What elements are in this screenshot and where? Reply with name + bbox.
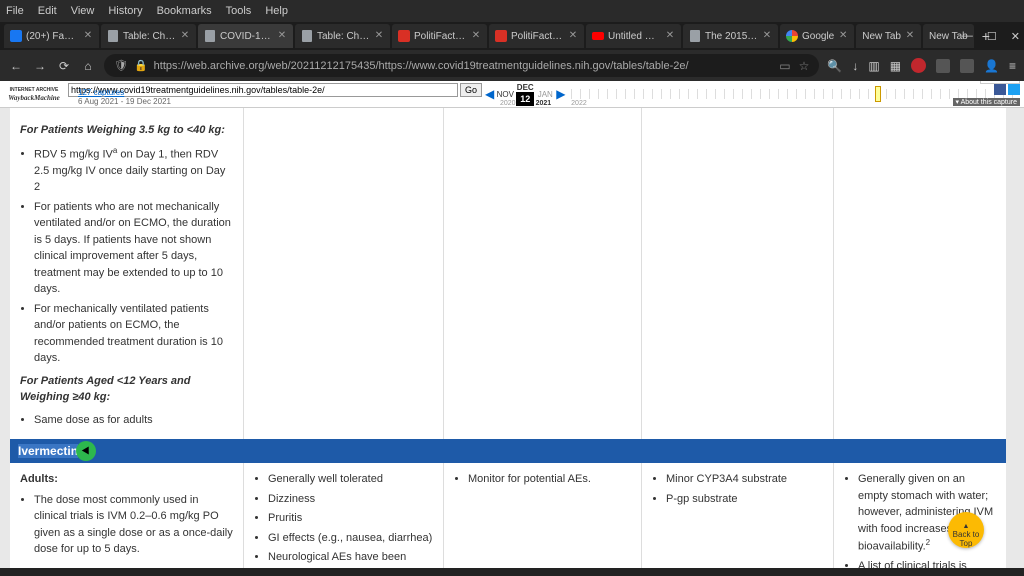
url-text: https://web.archive.org/web/202112121754… <box>154 60 774 72</box>
interaction-item: Minor CYP3A4 substrate <box>666 471 823 488</box>
forward-button[interactable]: → <box>32 58 48 74</box>
monitor-item: Monitor for potential AEs. <box>468 471 631 488</box>
menubar: File Edit View History Bookmarks Tools H… <box>0 0 1024 22</box>
cursor-icon <box>76 441 96 461</box>
account-icon[interactable]: 👤 <box>984 59 999 73</box>
wayback-logo[interactable]: INTERNET ARCHIVE WaybackMachine <box>4 83 64 105</box>
ae-item: GI effects (e.g., nausea, diarrhea) <box>268 530 433 547</box>
close-icon[interactable]: ✕ <box>374 31 384 41</box>
tab-covid[interactable]: COVID-19 Treatment✕ <box>198 24 293 48</box>
politifact-icon <box>495 30 507 42</box>
menu-tools[interactable]: Tools <box>226 5 252 17</box>
ivermectin-header: Ivermectin <box>10 439 1006 463</box>
taskbar <box>0 568 1024 576</box>
maximize-button[interactable]: ☐ <box>987 30 997 43</box>
ae-item: Dizziness <box>268 491 433 508</box>
close-icon[interactable]: ✕ <box>180 31 190 41</box>
menu-help[interactable]: Help <box>265 5 288 17</box>
adults-label: Adults: <box>20 471 233 488</box>
tab-nobel[interactable]: The 2015 Nobel Prize✕ <box>683 24 778 48</box>
dose-bullet: RDV 5 mg/kg IVa on Day 1, then RDV 2.5 m… <box>34 145 233 196</box>
urlbar[interactable]: 🛡 🔒 https://web.archive.org/web/20211212… <box>104 54 819 77</box>
menu-icon[interactable]: ≡ <box>1009 59 1016 73</box>
tab-politifact2[interactable]: PolitiFact | A Nobel F✕ <box>489 24 584 48</box>
dose-bullet: For patients who are not mechanically ve… <box>34 199 233 298</box>
library-icon[interactable]: ▥ <box>868 59 879 73</box>
close-icon[interactable]: ✕ <box>471 31 481 41</box>
next-snapshot-icon[interactable]: ▶ <box>556 87 565 101</box>
home-button[interactable]: ⌂ <box>80 58 96 74</box>
doc-icon <box>592 32 604 40</box>
about-capture[interactable]: ▾ About this capture <box>953 98 1021 106</box>
ext1-icon[interactable] <box>936 59 950 73</box>
ext2-icon[interactable] <box>960 59 974 73</box>
tw-share-icon[interactable] <box>1008 83 1020 95</box>
close-icon[interactable]: ✕ <box>905 31 915 41</box>
dose-heading-1: For Patients Weighing 3.5 kg to <40 kg: <box>20 122 233 139</box>
dose-heading-2: For Patients Aged <12 Years and Weighing… <box>20 373 233 406</box>
tab-new1[interactable]: New Tab✕ <box>856 24 921 48</box>
ae-item: Generally well tolerated <box>268 471 433 488</box>
wb-prev-month[interactable]: NOV <box>496 90 514 99</box>
interaction-item: P-gp substrate <box>666 491 823 508</box>
close-icon[interactable]: ✕ <box>665 31 675 41</box>
lock-icon: 🔒 <box>134 59 148 72</box>
search-icon[interactable]: 🔍 <box>827 59 842 73</box>
close-icon[interactable]: ✕ <box>838 31 848 41</box>
doc-icon <box>690 30 700 42</box>
doc-icon <box>108 30 118 42</box>
menu-edit[interactable]: Edit <box>38 5 57 17</box>
wayback-go-button[interactable]: Go <box>460 83 482 97</box>
captures-range: 6 Aug 2021 - 19 Dec 2021 <box>78 97 171 106</box>
reader-icon[interactable]: ▭ <box>779 59 790 73</box>
menu-history[interactable]: History <box>108 5 142 17</box>
fb-share-icon[interactable] <box>994 83 1006 95</box>
back-button[interactable]: ← <box>8 58 24 74</box>
close-icon[interactable]: ✕ <box>83 31 93 41</box>
download-icon[interactable]: ↓ <box>852 59 858 73</box>
google-icon <box>786 30 798 42</box>
close-icon[interactable]: ✕ <box>568 31 578 41</box>
menu-bookmarks[interactable]: Bookmarks <box>157 5 212 17</box>
doc-icon <box>302 30 312 42</box>
timeline-marker[interactable] <box>875 86 881 102</box>
reload-button[interactable]: ⟳ <box>56 58 72 74</box>
wb-cur-month: DEC <box>516 83 534 92</box>
tabbar: (20+) Facebook✕ Table: Characteristics✕ … <box>0 22 1024 50</box>
tab-facebook[interactable]: (20+) Facebook✕ <box>4 24 99 48</box>
dose-bullet: Same dose as for adults <box>34 412 233 429</box>
tab-google[interactable]: Google✕ <box>780 24 854 48</box>
close-icon[interactable]: ✕ <box>277 31 287 41</box>
wayback-toolbar: INTERNET ARCHIVE WaybackMachine Go ◀ NOV… <box>0 81 1024 108</box>
wayback-timeline[interactable] <box>571 89 1014 99</box>
wb-close-icon[interactable]: ✕ <box>1008 81 1018 82</box>
close-icon[interactable]: ✕ <box>762 31 772 41</box>
politifact-icon <box>398 30 410 42</box>
prev-snapshot-icon[interactable]: ◀ <box>485 87 494 101</box>
dose-bullet: For mechanically ventilated patients and… <box>34 301 233 367</box>
bookmark-icon[interactable]: ☆ <box>799 59 810 73</box>
menu-file[interactable]: File <box>6 5 24 17</box>
adblock-icon[interactable] <box>911 58 926 73</box>
tab-table2[interactable]: Table: Characteristics✕ <box>295 24 390 48</box>
tab-untitled[interactable]: Untitled Document✕ <box>586 24 681 48</box>
wb-info-icon[interactable]: ? <box>995 81 1005 82</box>
ae-item: Pruritis <box>268 510 433 527</box>
captures-link[interactable]: 127 captures <box>78 88 124 97</box>
wb-share-icon[interactable]: ⎋ <box>982 81 992 82</box>
page-content: For Patients Weighing 3.5 kg to <40 kg: … <box>10 108 1006 576</box>
dose-text: The dose most commonly used in clinical … <box>34 492 233 558</box>
close-window-button[interactable]: ✕ <box>1011 30 1020 43</box>
menu-view[interactable]: View <box>71 5 95 17</box>
tab-politifact1[interactable]: PolitiFact | Ivermect...✕ <box>392 24 487 48</box>
back-to-top-button[interactable]: Back to Top <box>948 512 984 548</box>
doc-icon <box>205 30 215 42</box>
grid-icon[interactable]: ▦ <box>890 59 901 73</box>
minimize-button[interactable]: — <box>962 30 973 43</box>
wb-next-month: JAN <box>536 90 554 99</box>
shield-icon: 🛡 <box>114 59 128 72</box>
facebook-icon <box>10 30 22 42</box>
tab-table1[interactable]: Table: Characteristics✕ <box>101 24 196 48</box>
navbar: ← → ⟳ ⌂ 🛡 🔒 https://web.archive.org/web/… <box>0 50 1024 81</box>
